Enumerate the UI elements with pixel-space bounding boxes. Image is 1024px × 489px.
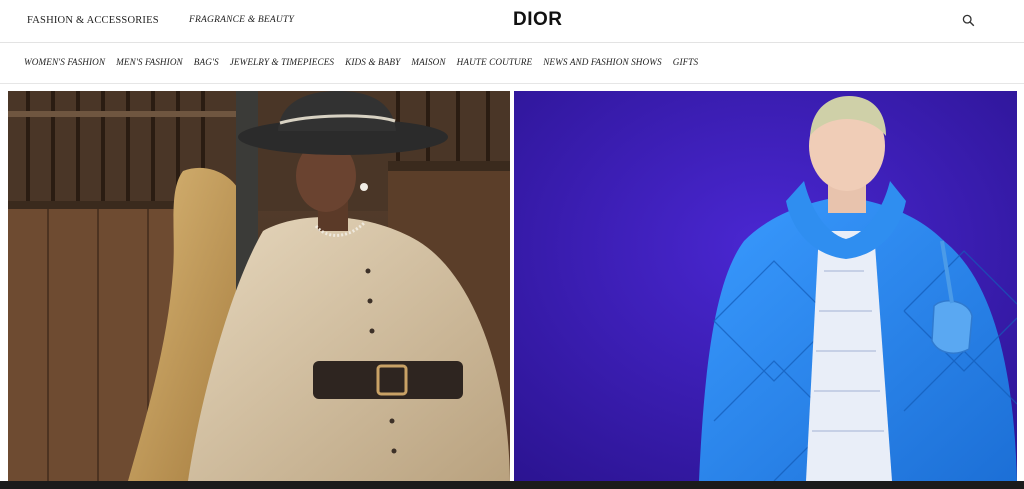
main-navigation: WOMEN'S FASHION MEN'S FASHION BAG'S JEWE… [0, 43, 1024, 84]
nav-haute-couture[interactable]: HAUTE COUTURE [457, 57, 533, 67]
nav-mens-fashion[interactable]: MEN'S FASHION [116, 57, 183, 67]
nav-womens-fashion[interactable]: WOMEN'S FASHION [24, 57, 105, 67]
fragrance-beauty-link[interactable]: FRAGRANCE & BEAUTY [189, 15, 294, 25]
nav-maison[interactable]: MAISON [411, 57, 445, 67]
mens-campaign-image[interactable] [514, 91, 1017, 481]
nav-jewelry-timepieces[interactable]: JEWELRY & TIMEPIECES [230, 57, 334, 67]
dior-logo[interactable]: DIOR [513, 9, 563, 31]
fashion-accessories-link[interactable]: FASHION & ACCESSORIES [27, 15, 159, 26]
nav-kids-baby[interactable]: KIDS & BABY [345, 57, 400, 67]
nav-gifts[interactable]: GIFTS [673, 57, 699, 67]
nav-news-fashion-shows[interactable]: NEWS AND FASHION SHOWS [543, 57, 662, 67]
top-header: FASHION & ACCESSORIES FRAGRANCE & BEAUTY… [0, 0, 1024, 43]
bottom-edge-bar [0, 481, 1024, 489]
womens-campaign-image[interactable] [8, 91, 510, 481]
nav-bags[interactable]: BAG'S [194, 57, 219, 67]
search-icon[interactable] [962, 14, 975, 27]
